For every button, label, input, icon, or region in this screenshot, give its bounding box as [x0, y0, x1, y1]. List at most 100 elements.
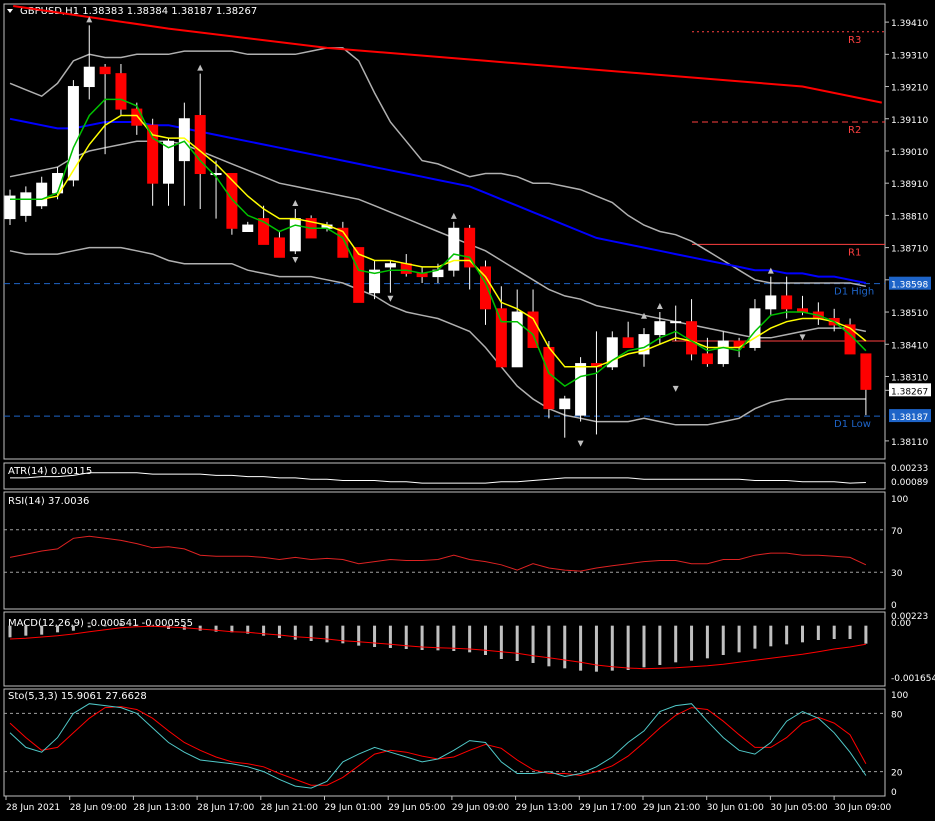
time-axis-label: 28 Jun 09:00 — [70, 803, 127, 813]
macd-histogram-bar — [135, 624, 139, 626]
macd-histogram-bar — [452, 625, 456, 651]
rsi-axis-label: 0 — [891, 601, 897, 611]
macd-histogram-bar — [357, 625, 361, 646]
time-axis-label: 29 Jun 13:00 — [516, 803, 573, 813]
candle-bull — [575, 363, 587, 416]
time-axis-label: 30 Jun 09:00 — [834, 803, 891, 813]
rsi-pane-title: RSI(14) 37.0036 — [8, 496, 89, 507]
time-axis-label: 30 Jun 05:00 — [770, 803, 827, 813]
macd-histogram-bar — [816, 625, 820, 640]
macd-histogram-bar — [832, 625, 836, 639]
time-axis-label: 28 Jun 2021 — [6, 803, 60, 813]
stochastic-axis-label: 0 — [891, 788, 897, 798]
chart-canvas: GBPUSD,H1 1.38383 1.38384 1.38187 1.3826… — [0, 0, 935, 821]
macd-histogram-bar — [769, 625, 773, 647]
candle-bull — [384, 263, 396, 268]
macd-histogram-bar — [420, 625, 424, 650]
macd-histogram-bar — [468, 625, 472, 653]
macd-histogram-bar — [325, 625, 329, 643]
macd-histogram-bar — [737, 625, 741, 653]
level-price-label: 1.38187 — [891, 413, 928, 423]
time-axis-label: 29 Jun 17:00 — [579, 803, 636, 813]
candle-bull — [83, 66, 95, 88]
macd-histogram-bar — [103, 625, 107, 627]
time-axis-label: 30 Jun 01:00 — [707, 803, 764, 813]
macd-histogram-bar — [658, 625, 662, 665]
candle-bear — [860, 353, 872, 390]
candle-bull — [178, 118, 190, 162]
candle-bull — [670, 321, 682, 324]
macd-histogram-bar — [119, 623, 123, 626]
macd-histogram-bar — [721, 625, 725, 655]
stochastic-axis-label: 100 — [891, 691, 908, 701]
atr-pane-title: ATR(14) 0.00115 — [8, 466, 92, 477]
price-axis-label: 1.39210 — [891, 84, 928, 94]
candle-bull — [289, 218, 301, 252]
atr-axis-label: 0.00233 — [891, 464, 928, 474]
price-axis-label: 1.38110 — [891, 438, 928, 448]
candle-bear — [273, 237, 285, 258]
macd-histogram-bar — [610, 625, 614, 671]
level-label: R2 — [848, 125, 861, 136]
time-axis-label: 29 Jun 09:00 — [452, 803, 509, 813]
candle-bear — [781, 295, 793, 310]
candle-bear — [99, 66, 111, 75]
macd-histogram-bar — [198, 625, 202, 631]
macd-histogram-bar — [277, 625, 281, 638]
candle-bear — [226, 173, 238, 229]
price-axis-label: 1.39010 — [891, 148, 928, 158]
price-axis-label: 1.38810 — [891, 212, 928, 222]
macd-histogram-bar — [674, 625, 678, 663]
candle-bull — [242, 224, 254, 233]
candle-bear — [844, 324, 856, 355]
macd-histogram-bar — [579, 625, 583, 671]
time-axis-label: 29 Jun 01:00 — [325, 803, 382, 813]
level-price-label: 1.38598 — [891, 281, 928, 291]
time-axis-label: 29 Jun 05:00 — [388, 803, 445, 813]
level-label: R1 — [848, 247, 861, 258]
price-axis-label: 1.38310 — [891, 373, 928, 383]
candle-bull — [20, 192, 32, 216]
macd-histogram-bar — [24, 625, 28, 636]
macd-histogram-bar — [40, 625, 44, 635]
macd-histogram-bar — [531, 625, 535, 663]
rsi-axis-label: 100 — [891, 495, 908, 505]
price-axis-label: 1.39310 — [891, 51, 928, 61]
macd-histogram-bar — [71, 625, 75, 631]
candle-bull — [765, 295, 777, 310]
candle-bull — [559, 398, 571, 410]
rsi-axis-label: 70 — [891, 527, 903, 537]
rsi-axis-label: 30 — [891, 569, 903, 579]
macd-histogram-bar — [801, 625, 804, 643]
price-axis-label: 1.38710 — [891, 245, 928, 255]
macd-histogram-bar — [373, 625, 377, 647]
macd-histogram-bar — [436, 625, 440, 651]
time-axis-label: 29 Jun 21:00 — [643, 803, 700, 813]
price-axis-label: 1.38410 — [891, 341, 928, 351]
level-label: D1 High — [834, 287, 874, 298]
macd-axis-label: -0.001654 — [891, 674, 935, 684]
macd-histogram-bar — [8, 625, 12, 638]
macd-histogram-bar — [87, 625, 91, 628]
level-label: D1 Low — [834, 419, 871, 430]
macd-histogram-bar — [515, 625, 519, 661]
candle-bear — [115, 73, 127, 110]
macd-histogram-bar — [293, 625, 297, 640]
candle-bear — [495, 308, 507, 368]
stochastic-axis-label: 20 — [891, 769, 903, 779]
atr-axis-label: 0.00089 — [891, 478, 928, 488]
candle-bull — [448, 227, 460, 271]
candle-bull — [717, 340, 729, 365]
macd-axis-label: 0.00 — [891, 619, 911, 629]
candle-bull — [654, 321, 666, 336]
price-axis-label: 1.39410 — [891, 19, 928, 29]
price-axis-label: 1.38510 — [891, 309, 928, 319]
macd-histogram-bar — [499, 625, 503, 659]
stochastic-axis-label: 80 — [891, 710, 903, 720]
candle-bear — [686, 321, 698, 355]
price-axis-label: 1.39110 — [891, 116, 928, 126]
macd-histogram-bar — [864, 625, 868, 644]
macd-histogram-bar — [642, 625, 646, 668]
candle-bear — [622, 337, 634, 348]
level-label: R3 — [848, 35, 861, 46]
